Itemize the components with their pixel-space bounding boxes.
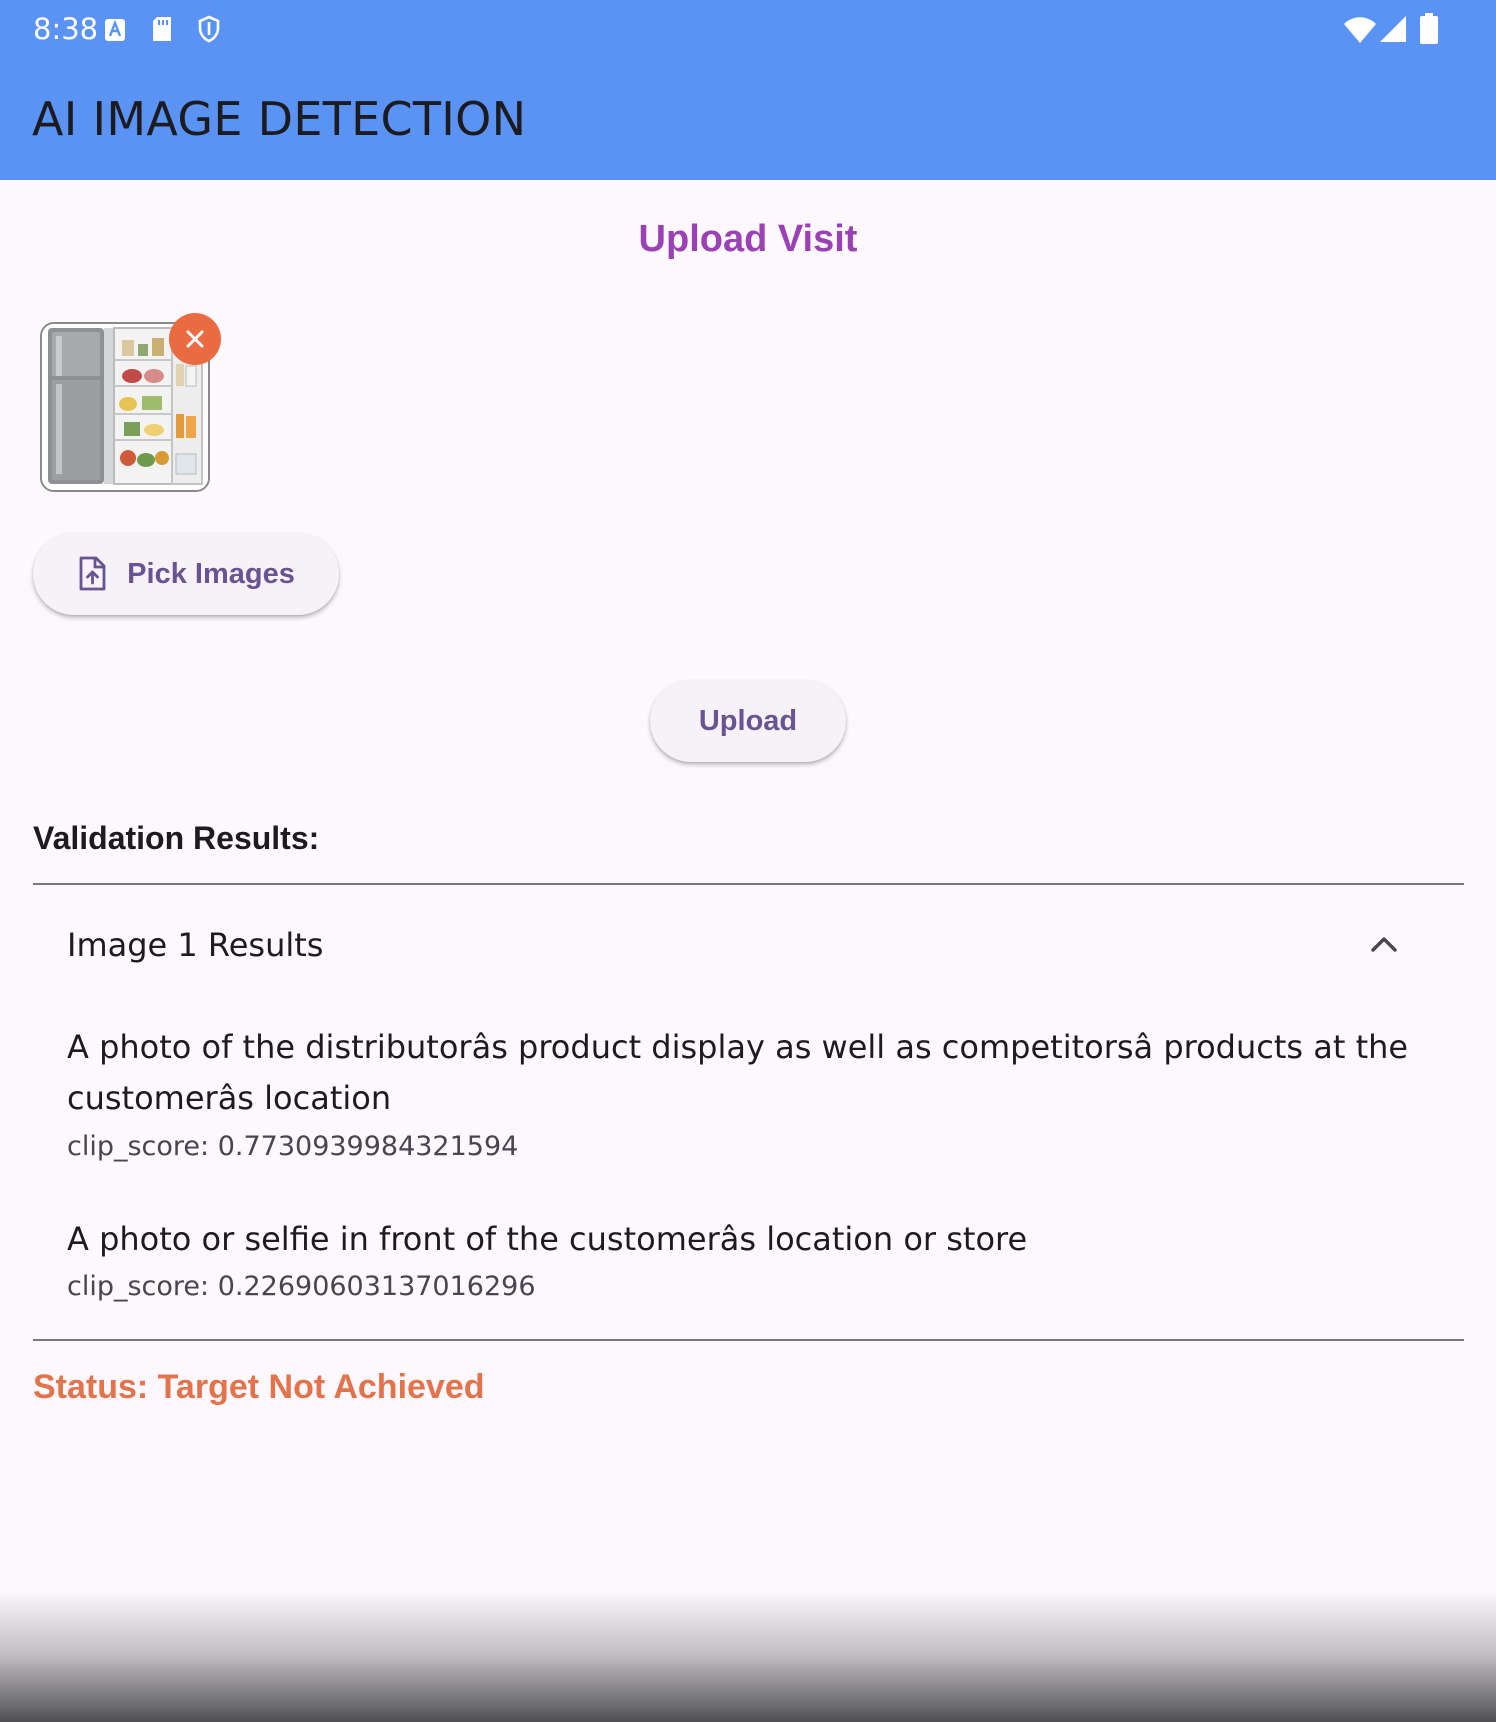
validation-results-heading: Validation Results: (33, 820, 320, 856)
status-text: Status: Target Not Achieved (33, 1368, 485, 1406)
app-bar: 8:38 AI IMAGE DETECTION (0, 0, 1496, 180)
result-score-1: clip_score: 0.7730939984321594 (67, 1131, 519, 1162)
wifi-icon (1343, 16, 1377, 49)
pick-images-button[interactable]: Pick Images (33, 533, 339, 615)
pick-images-label: Pick Images (127, 557, 295, 590)
status-time: 8:38 (33, 12, 99, 46)
signal-icon (1379, 15, 1407, 48)
upload-button[interactable]: Upload (650, 680, 846, 762)
result-description-2: A photo or selfie in front of the custom… (67, 1220, 1028, 1258)
upload-button-label: Upload (698, 704, 798, 737)
font-a-icon (104, 18, 126, 47)
status-bar: 8:38 (0, 0, 1496, 60)
battery-icon (1419, 13, 1439, 50)
sd-card-icon (151, 16, 173, 47)
result-score-2: clip_score: 0.22690603137016296 (67, 1271, 536, 1302)
shield-icon (197, 15, 221, 48)
bottom-fade (0, 1590, 1496, 1722)
divider-top (33, 883, 1464, 885)
file-upload-icon (79, 556, 106, 591)
close-icon (186, 330, 204, 348)
result-description-1: A photo of the distributorâs product dis… (67, 1028, 1409, 1117)
chevron-up-icon[interactable] (1370, 934, 1398, 959)
image-results-title: Image 1 Results (67, 926, 324, 964)
remove-image-button[interactable] (169, 313, 221, 365)
app-title: AI IMAGE DETECTION (32, 92, 527, 146)
page-title: Upload Visit (638, 218, 858, 260)
divider-bottom (33, 1339, 1464, 1341)
